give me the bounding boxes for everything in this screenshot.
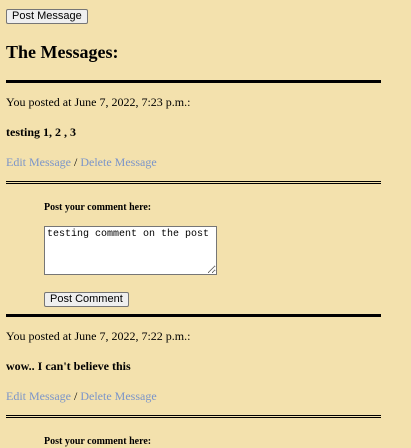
message-item: You posted at June 7, 2022, 7:22 p.m.: w… [6, 329, 405, 403]
comment-form: Post your comment here: [44, 418, 405, 448]
comment-label: Post your comment here: [44, 202, 152, 213]
message-actions: Edit Message / Delete Message [6, 389, 405, 403]
actions-separator: / [71, 155, 81, 169]
page-title: The Messages: [6, 42, 119, 62]
delete-message-link[interactable]: Delete Message [80, 389, 156, 403]
delete-message-link[interactable]: Delete Message [80, 155, 156, 169]
message-body: wow.. I can't believe this [6, 359, 131, 373]
comment-form: Post your comment here: Post Comment [44, 184, 405, 307]
message-meta: You posted at June 7, 2022, 7:23 p.m.: [6, 95, 191, 109]
message-actions: Edit Message / Delete Message [6, 155, 405, 169]
post-message-button[interactable]: Post Message [6, 9, 88, 24]
edit-message-link[interactable]: Edit Message [6, 155, 71, 169]
message-body: testing 1, 2 , 3 [6, 125, 76, 139]
message-divider [6, 314, 381, 317]
message-item: You posted at June 7, 2022, 7:23 p.m.: t… [6, 95, 405, 169]
actions-separator: / [71, 389, 81, 403]
message-meta: You posted at June 7, 2022, 7:22 p.m.: [6, 329, 191, 343]
comment-textarea[interactable] [44, 226, 217, 275]
post-comment-button[interactable]: Post Comment [44, 292, 129, 307]
edit-message-link[interactable]: Edit Message [6, 389, 71, 403]
message-divider-top [6, 80, 381, 83]
page: Post Message The Messages: You posted at… [0, 0, 411, 448]
